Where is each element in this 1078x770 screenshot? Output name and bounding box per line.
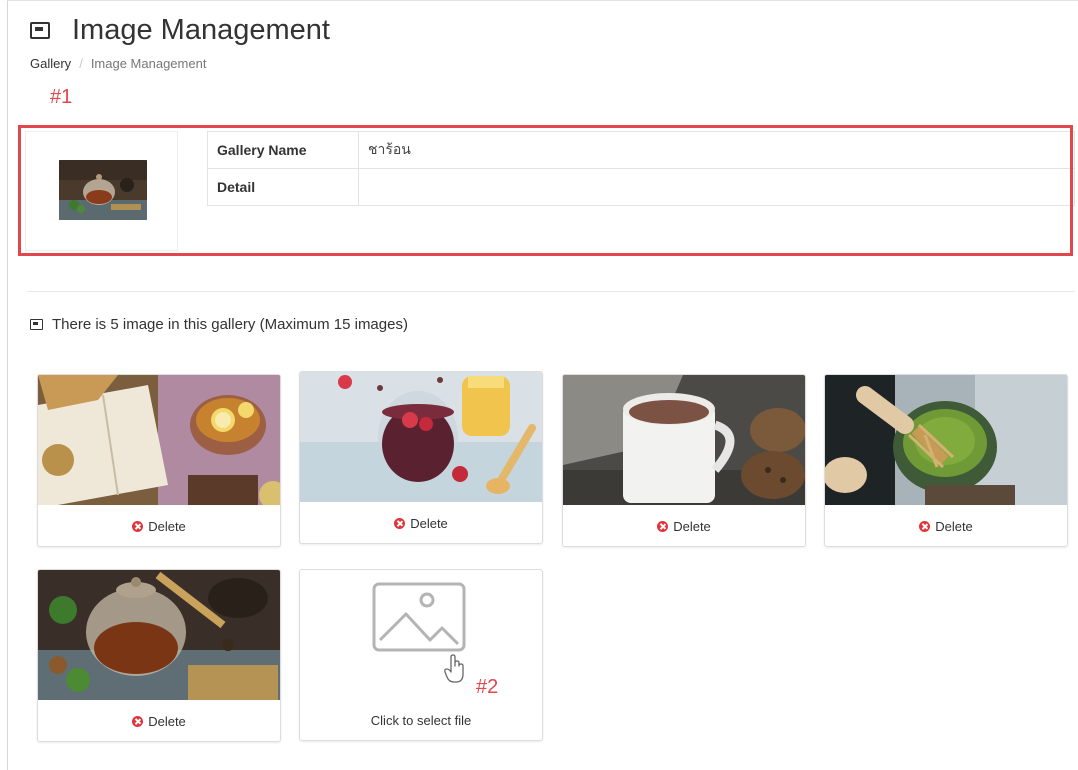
content-top-border — [7, 0, 1078, 1]
delete-button[interactable]: Delete — [38, 714, 280, 729]
hot-chocolate-mug-photo — [563, 375, 805, 505]
page-title: Image Management — [72, 13, 330, 46]
image-card: Delete — [824, 374, 1068, 547]
image-card: Delete — [562, 374, 806, 547]
images-summary-text: There is 5 image in this gallery (Maximu… — [52, 316, 408, 333]
delete-button[interactable]: Delete — [300, 516, 542, 531]
gallery-icon — [30, 21, 50, 39]
delete-label: Delete — [410, 516, 448, 531]
upload-image-card[interactable]: Click to select file — [299, 569, 543, 741]
breadcrumb-separator: / — [79, 56, 83, 71]
delete-icon — [657, 521, 669, 532]
breadcrumb-gallery-link[interactable]: Gallery — [30, 56, 71, 71]
delete-button[interactable]: Delete — [563, 519, 805, 534]
delete-icon — [132, 521, 144, 532]
matcha-whisk-photo — [825, 375, 1067, 505]
teapot-herbs-photo — [38, 570, 280, 700]
image-card: Delete — [299, 371, 543, 544]
delete-icon — [132, 716, 144, 727]
upload-label: Click to select file — [370, 713, 472, 728]
delete-label: Delete — [148, 519, 186, 534]
tea-book-lemon-photo — [38, 375, 280, 505]
delete-button[interactable]: Delete — [825, 519, 1067, 534]
delete-label: Delete — [673, 519, 711, 534]
red-tea-honey-photo — [300, 372, 542, 502]
image-card: Delete — [37, 569, 281, 742]
breadcrumb-current: Image Management — [90, 56, 207, 71]
delete-label: Delete — [935, 519, 973, 534]
delete-icon — [394, 518, 406, 529]
annotation-1-highlight-box — [18, 125, 1073, 256]
delete-label: Delete — [148, 714, 186, 729]
hand-cursor-icon — [444, 654, 464, 683]
images-summary: There is 5 image in this gallery (Maximu… — [30, 316, 408, 333]
delete-button[interactable]: Delete — [38, 519, 280, 534]
gallery-icon — [30, 319, 43, 330]
image-card: Delete — [37, 374, 281, 547]
content-left-border — [7, 0, 8, 770]
page-header: Image Management — [30, 10, 330, 50]
delete-icon — [919, 521, 931, 532]
section-divider — [27, 291, 1075, 292]
breadcrumb: Gallery / Image Management — [30, 56, 206, 71]
annotation-2: #2 — [476, 676, 499, 698]
annotation-1: #1 — [50, 86, 73, 108]
